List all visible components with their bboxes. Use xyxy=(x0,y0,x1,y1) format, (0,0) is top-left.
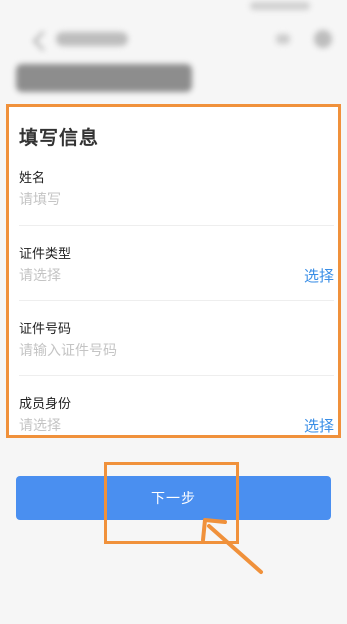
id-type-value[interactable]: 请选择 xyxy=(19,265,61,285)
id-type-field[interactable]: 证件类型 请选择 选择 xyxy=(19,243,334,313)
member-role-select-button[interactable]: 选择 xyxy=(304,415,334,436)
id-number-field[interactable]: 证件号码 请输入证件号码 xyxy=(19,318,334,388)
more-icon[interactable] xyxy=(276,34,290,44)
back-icon[interactable] xyxy=(33,31,53,51)
member-role-field[interactable]: 成员身份 请选择 选择 xyxy=(19,393,334,463)
divider xyxy=(19,225,334,226)
status-bar xyxy=(250,2,310,10)
name-input[interactable]: 请填写 xyxy=(19,189,61,209)
divider xyxy=(19,375,334,376)
annotation-arrow-icon xyxy=(201,518,263,574)
name-label: 姓名 xyxy=(19,171,46,186)
page-title xyxy=(16,64,192,92)
divider xyxy=(19,300,334,301)
member-role-label: 成员身份 xyxy=(19,397,72,412)
name-field[interactable]: 姓名 请填写 xyxy=(19,167,334,237)
next-step-button[interactable]: 下一步 xyxy=(16,476,331,520)
page: 填写信息 姓名 请填写 证件类型 请选择 选择 证件号码 请输入证件号码 成员身… xyxy=(0,0,347,624)
close-icon[interactable] xyxy=(314,30,332,48)
id-type-select-button[interactable]: 选择 xyxy=(304,265,334,286)
member-role-value[interactable]: 请选择 xyxy=(19,415,61,435)
form-title: 填写信息 xyxy=(19,127,100,149)
form-card: 填写信息 姓名 请填写 证件类型 请选择 选择 证件号码 请输入证件号码 成员身… xyxy=(6,104,341,438)
id-number-input[interactable]: 请输入证件号码 xyxy=(19,340,117,360)
id-type-label: 证件类型 xyxy=(19,247,72,262)
nav-title xyxy=(56,32,128,46)
id-number-label: 证件号码 xyxy=(19,322,72,337)
blurred-header xyxy=(0,0,347,100)
